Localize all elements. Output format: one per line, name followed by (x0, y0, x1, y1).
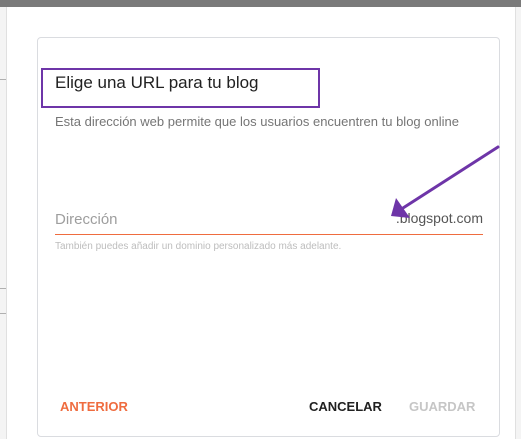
url-field: .blogspot.com (55, 206, 483, 235)
background-divider (0, 313, 6, 314)
save-button[interactable]: GUARDAR (409, 399, 475, 415)
background-divider (0, 79, 6, 80)
background-page-right-edge (515, 7, 521, 439)
url-field-hint: También puedes añadir un dominio persona… (55, 241, 342, 252)
cancel-button[interactable]: CANCELAR (309, 399, 382, 415)
dialog-description: Esta dirección web permite que los usuar… (55, 114, 459, 129)
dialog-title: Elige una URL para tu blog (55, 73, 259, 92)
background-page-left-edge (0, 7, 7, 439)
background-divider (0, 288, 6, 289)
window-top-bar (0, 0, 521, 7)
previous-button[interactable]: ANTERIOR (60, 399, 128, 415)
url-input[interactable] (55, 206, 375, 232)
url-suffix: .blogspot.com (395, 210, 483, 226)
